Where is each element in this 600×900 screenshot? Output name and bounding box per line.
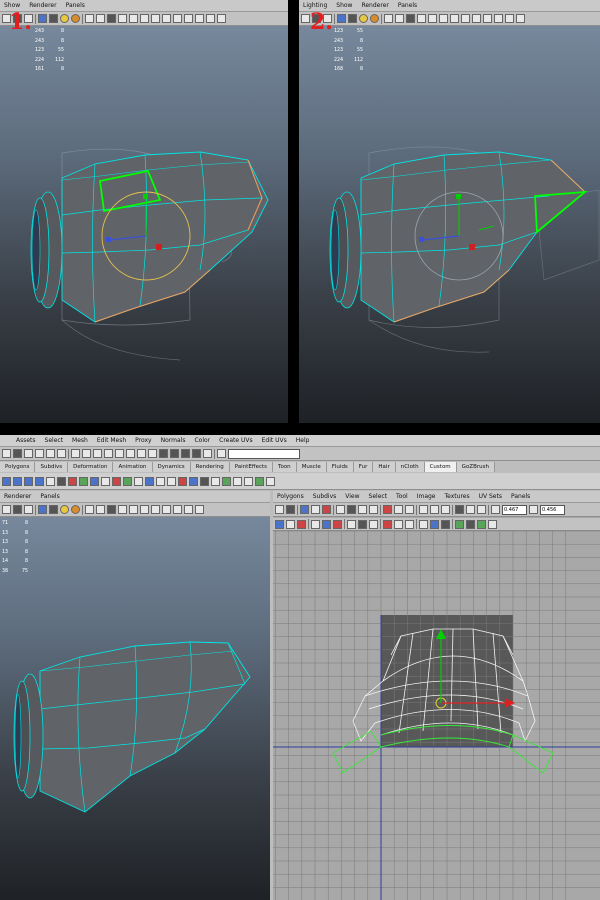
- tab-gozbrush[interactable]: GoZBrush: [456, 462, 495, 472]
- menu-edit-mesh[interactable]: Edit Mesh: [97, 437, 126, 444]
- uv-layout-canvas[interactable]: [273, 491, 600, 900]
- menu-select[interactable]: Select: [45, 437, 64, 444]
- input-mode-icon[interactable]: [217, 449, 226, 458]
- tab-polygons[interactable]: Polygons: [0, 462, 36, 472]
- snap-point-icon[interactable]: [35, 449, 44, 458]
- snap-grid-icon[interactable]: [13, 449, 22, 458]
- shelf-tabs: Polygons Subdivs Deformation Animation Dynam…: [0, 462, 600, 472]
- normalize-icon[interactable]: [222, 476, 231, 486]
- rotate-uv-icon[interactable]: [244, 476, 253, 486]
- layer-icon[interactable]: [170, 449, 179, 458]
- bevel-icon[interactable]: [13, 476, 22, 486]
- layout-icon[interactable]: [189, 476, 198, 486]
- input-ops-icon[interactable]: [126, 449, 135, 458]
- lock-icon[interactable]: [148, 449, 157, 458]
- tab-fluids[interactable]: Fluids: [326, 462, 354, 472]
- tab-toon[interactable]: Toon: [273, 462, 297, 472]
- status-line: [0, 447, 600, 461]
- tab-dynamics[interactable]: Dynamics: [152, 462, 191, 472]
- bridge-icon[interactable]: [24, 476, 33, 486]
- flip-icon[interactable]: [233, 476, 242, 486]
- uv-texture-editor[interactable]: Polygons Subdivs View Select Tool Image Textur…: [273, 491, 600, 900]
- sew-icon[interactable]: [156, 476, 165, 486]
- tab-ncloth[interactable]: nCloth: [395, 462, 425, 472]
- tab-hair[interactable]: Hair: [373, 462, 396, 472]
- menu-help[interactable]: Help: [296, 437, 310, 444]
- channel-box-icon[interactable]: [181, 449, 190, 458]
- viewport-1[interactable]: Show Renderer Panels 243 8 243 8 123 55 224 11…: [0, 0, 288, 423]
- unfold-icon[interactable]: [178, 476, 187, 486]
- sort-icon[interactable]: [159, 449, 168, 458]
- append-icon[interactable]: [35, 476, 44, 486]
- viewport-2[interactable]: Lighting Show Renderer Panels 123 55 243 8 12…: [299, 0, 600, 423]
- merge-icon[interactable]: [57, 476, 66, 486]
- delete-edge-icon[interactable]: [68, 476, 77, 486]
- tab-muscle[interactable]: Muscle: [296, 462, 327, 472]
- output-ops-icon[interactable]: [137, 449, 146, 458]
- model-mesh-3[interactable]: [0, 491, 270, 900]
- snap-curve-icon[interactable]: [24, 449, 33, 458]
- tab-subdivs[interactable]: Subdivs: [35, 462, 69, 472]
- input-field[interactable]: [228, 448, 300, 459]
- snapshot-icon[interactable]: [255, 476, 264, 486]
- history-icon[interactable]: [71, 449, 80, 458]
- mirror-icon[interactable]: [101, 476, 110, 486]
- tab-custom[interactable]: Custom: [424, 462, 457, 472]
- menu-color[interactable]: Color: [194, 437, 210, 444]
- render-frame-icon[interactable]: [82, 449, 91, 458]
- cut-uv-icon[interactable]: [167, 476, 176, 486]
- tab-fur[interactable]: Fur: [353, 462, 374, 472]
- render-settings-icon[interactable]: [104, 449, 113, 458]
- hypershade-icon[interactable]: [115, 449, 124, 458]
- main-menubar: Assets Select Mesh Edit Mesh Proxy Normals Col…: [0, 435, 600, 447]
- smooth-icon[interactable]: [112, 476, 121, 486]
- menu-assets[interactable]: Assets: [16, 437, 36, 444]
- menu-proxy[interactable]: Proxy: [135, 437, 151, 444]
- ipr-icon[interactable]: [93, 449, 102, 458]
- snap-plane-icon[interactable]: [46, 449, 55, 458]
- snap-live-icon[interactable]: [57, 449, 66, 458]
- menu-edit-uvs[interactable]: Edit UVs: [262, 437, 287, 444]
- menu-create-uvs[interactable]: Create UVs: [219, 437, 252, 444]
- model-mesh-1[interactable]: [0, 0, 288, 423]
- select-mode-icon[interactable]: [2, 449, 11, 458]
- combine-icon[interactable]: [79, 476, 88, 486]
- planar-map-icon[interactable]: [123, 476, 132, 486]
- tab-animation[interactable]: Animation: [113, 462, 153, 472]
- separate-icon[interactable]: [90, 476, 99, 486]
- maya-main-window: Assets Select Mesh Edit Mesh Proxy Normals Col…: [0, 435, 600, 900]
- tab-painteffects[interactable]: PaintEffects: [229, 462, 274, 472]
- menu-normals[interactable]: Normals: [161, 437, 186, 444]
- tool-settings-icon[interactable]: [192, 449, 201, 458]
- cylindrical-map-icon[interactable]: [134, 476, 143, 486]
- tab-rendering[interactable]: Rendering: [190, 462, 230, 472]
- checker-icon[interactable]: [200, 476, 209, 486]
- extrude-icon[interactable]: [2, 476, 11, 486]
- relax-icon[interactable]: [211, 476, 220, 486]
- viewport-3[interactable]: Renderer Panels 71 8 13 8 13 8 13 8 14 8 38 75: [0, 491, 270, 900]
- transfer-icon[interactable]: [266, 476, 275, 486]
- attribute-editor-icon[interactable]: [203, 449, 212, 458]
- menu-mesh[interactable]: Mesh: [72, 437, 88, 444]
- shelf-icons: [0, 473, 600, 490]
- tab-deformation[interactable]: Deformation: [68, 462, 114, 472]
- uv-editor-icon[interactable]: [145, 476, 154, 486]
- model-mesh-2[interactable]: [299, 0, 600, 423]
- split-icon[interactable]: [46, 476, 55, 486]
